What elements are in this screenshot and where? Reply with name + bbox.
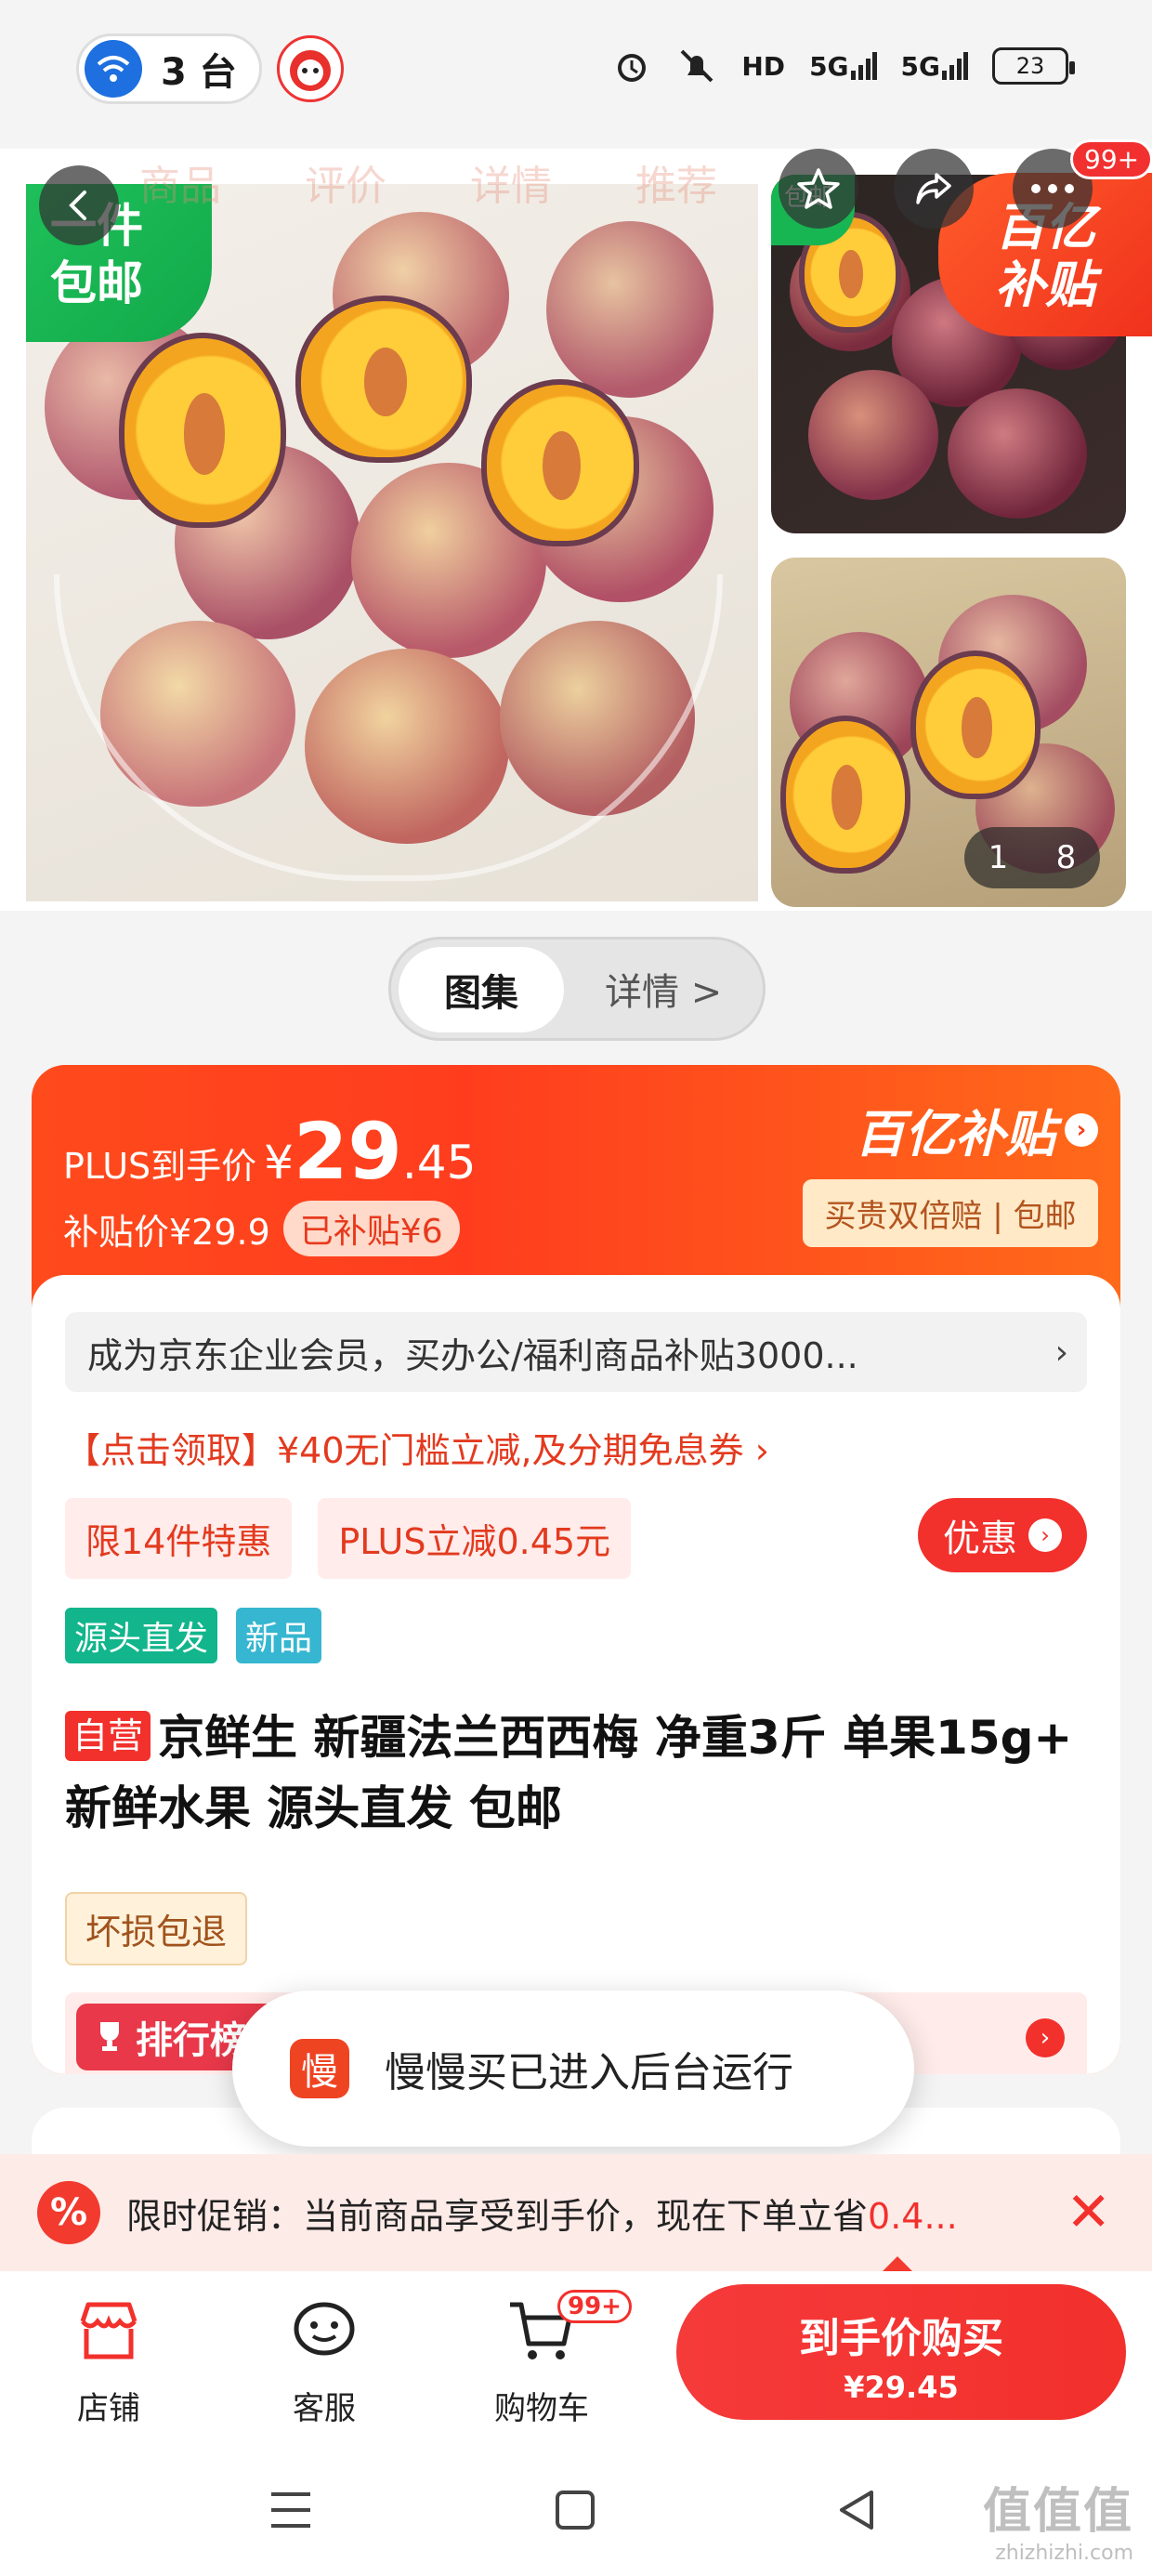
price-card: PLUS到手价 ¥ 29 .45 补贴价¥29.9 已补贴¥6 百亿补贴 › 买…: [32, 1065, 1120, 2074]
message-count-badge: 99+: [1070, 139, 1152, 179]
chevron-right-icon: ›: [1026, 2018, 1065, 2057]
buy-now-button[interactable]: 到手价购买 ¥29.45: [676, 2284, 1126, 2420]
tab-product[interactable]: 商品: [139, 152, 221, 212]
hd-icon: HD: [741, 50, 786, 82]
promo-strip[interactable]: % 限时促销：当前商品享受到手价，现在下单立省0.4... ✕: [0, 2154, 1152, 2271]
home-icon[interactable]: [554, 2489, 596, 2535]
share-icon: [916, 173, 951, 204]
status-bar: 3 台 HD 5G 5G 23: [0, 0, 1152, 139]
tab-recommend[interactable]: 推荐: [635, 152, 717, 212]
price-integer: 29: [293, 1106, 402, 1197]
chevron-right-icon: ›: [1065, 1112, 1098, 1147]
toast-message: 慢慢买已进入后台运行: [385, 2049, 793, 2096]
share-button[interactable]: [894, 149, 974, 229]
back-nav-icon[interactable]: [836, 2489, 879, 2535]
menu-icon[interactable]: [268, 2489, 314, 2535]
chevron-right-icon: ›: [1028, 1518, 1062, 1552]
alarm-icon: [611, 45, 652, 87]
service-label: 客服: [293, 2390, 356, 2427]
toggle-gallery[interactable]: 图集: [399, 947, 564, 1032]
cart-label: 购物车: [494, 2390, 589, 2427]
store-label: 店铺: [77, 2390, 140, 2427]
enterprise-text: 成为京东企业会员，买办公/福利商品补贴3000...: [87, 1334, 858, 1376]
page-current: 1: [988, 839, 1009, 876]
subsidized-tag: 已补贴¥6: [282, 1201, 460, 1256]
signal-5g-icon-2: 5G: [901, 45, 968, 87]
deals-label: 优惠: [943, 1518, 1017, 1560]
chat-face-icon: [294, 2302, 355, 2356]
product-title-text: 京鲜生 新疆法兰西西梅 净重3斤 单果15g+ 新鲜水果 源头直发 包邮: [65, 1711, 1073, 1835]
gallery-page-counter: 1 8: [964, 827, 1100, 888]
battery-indicator: 23: [992, 47, 1075, 85]
product-info-panel: 成为京东企业会员，买办公/福利商品补贴3000... › 【点击领取】¥40无门…: [32, 1275, 1120, 2074]
buy-label: 到手价购买: [799, 2315, 1003, 2362]
coupon-link[interactable]: 【点击领取】¥40无门槛立减,及分期免息券 ›: [65, 1422, 769, 1473]
product-gallery[interactable]: 一件 包邮 包邮 百亿 补贴 商品 评价 详情 推荐 99+ 1 8: [0, 139, 1152, 911]
subsidy-logo: 百亿补贴: [855, 1105, 1055, 1163]
jd-mascot-icon: [277, 35, 344, 102]
system-navigation-bar: 值值值 zhizhizhi.com: [0, 2442, 1152, 2576]
hotspot-icon: [85, 40, 142, 98]
discount-icon: %: [37, 2181, 100, 2244]
close-icon[interactable]: ✕: [1066, 2180, 1111, 2243]
more-dots-icon: [1031, 184, 1074, 193]
promo-text: 限时促销：当前商品享受到手价，现在下单立省0.4...: [126, 2195, 958, 2237]
site-watermark: 值值值 zhizhizhi.com: [982, 2484, 1133, 2565]
store-icon: [80, 2302, 137, 2359]
back-button[interactable]: [39, 165, 119, 245]
self-operated-badge: 自营: [65, 1711, 151, 1761]
background-toast: 慢 慢慢买已进入后台运行: [232, 1991, 914, 2147]
store-button[interactable]: 店铺: [48, 2292, 169, 2428]
subsidy-price: 补贴价¥29.9: [63, 1211, 270, 1253]
customer-service-button[interactable]: 客服: [264, 2292, 385, 2428]
buy-price: ¥29.45: [844, 2370, 959, 2405]
favorite-button[interactable]: [779, 149, 858, 229]
gallery-detail-toggle[interactable]: 图集 详情 >: [388, 937, 766, 1041]
toggle-details[interactable]: 详情 >: [605, 940, 722, 1038]
price-guarantee[interactable]: 买贵双倍赔 | 包邮: [803, 1179, 1098, 1247]
chevron-right-icon: ›: [1054, 1333, 1068, 1372]
hotspot-indicator[interactable]: 3 台: [76, 33, 262, 104]
direct-source-tag: 源头直发: [65, 1608, 218, 1663]
deals-button[interactable]: 优惠 ›: [918, 1498, 1087, 1572]
cart-button[interactable]: 99+ 购物车: [481, 2290, 632, 2428]
new-product-tag: 新品: [236, 1608, 322, 1663]
star-icon: [797, 168, 840, 209]
limited-offer-chip: 限14件特惠: [65, 1498, 293, 1579]
faded-tab-bar: 商品 评价 详情 推荐: [139, 152, 717, 212]
tab-reviews[interactable]: 评价: [305, 152, 386, 212]
cart-count-badge: 99+: [557, 2290, 632, 2323]
plus-price: PLUS到手价 ¥ 29 .45: [63, 1106, 476, 1197]
trophy-icon: [100, 2022, 119, 2051]
subsidy-program-link[interactable]: 百亿补贴 ›: [803, 1093, 1098, 1166]
plus-price-label: PLUS到手价: [63, 1146, 257, 1187]
manmanmai-app-icon: 慢: [290, 2039, 349, 2098]
ranking-label: 排行榜: [136, 2019, 247, 2062]
chevron-left-icon: [69, 191, 86, 220]
hotspot-count: 3 台: [161, 51, 237, 94]
damage-refund-tag: 坏损包退: [65, 1892, 248, 1965]
signal-5g-icon: 5G: [809, 45, 877, 87]
tab-details[interactable]: 详情: [470, 152, 552, 212]
page-total: 8: [1055, 839, 1077, 876]
mute-icon: [676, 45, 717, 87]
plus-discount-chip: PLUS立减0.45元: [318, 1498, 632, 1579]
currency-symbol: ¥: [264, 1136, 294, 1189]
enterprise-member-banner[interactable]: 成为京东企业会员，买办公/福利商品补贴3000... ›: [65, 1312, 1087, 1392]
price-decimal: .45: [401, 1136, 477, 1189]
bottom-action-bar: 店铺 客服 99+ 购物车 到手价购买 ¥29.45: [0, 2271, 1152, 2442]
product-title: 自营 京鲜生 新疆法兰西西梅 净重3斤 单果15g+ 新鲜水果 源头直发 包邮: [65, 1702, 1087, 1844]
